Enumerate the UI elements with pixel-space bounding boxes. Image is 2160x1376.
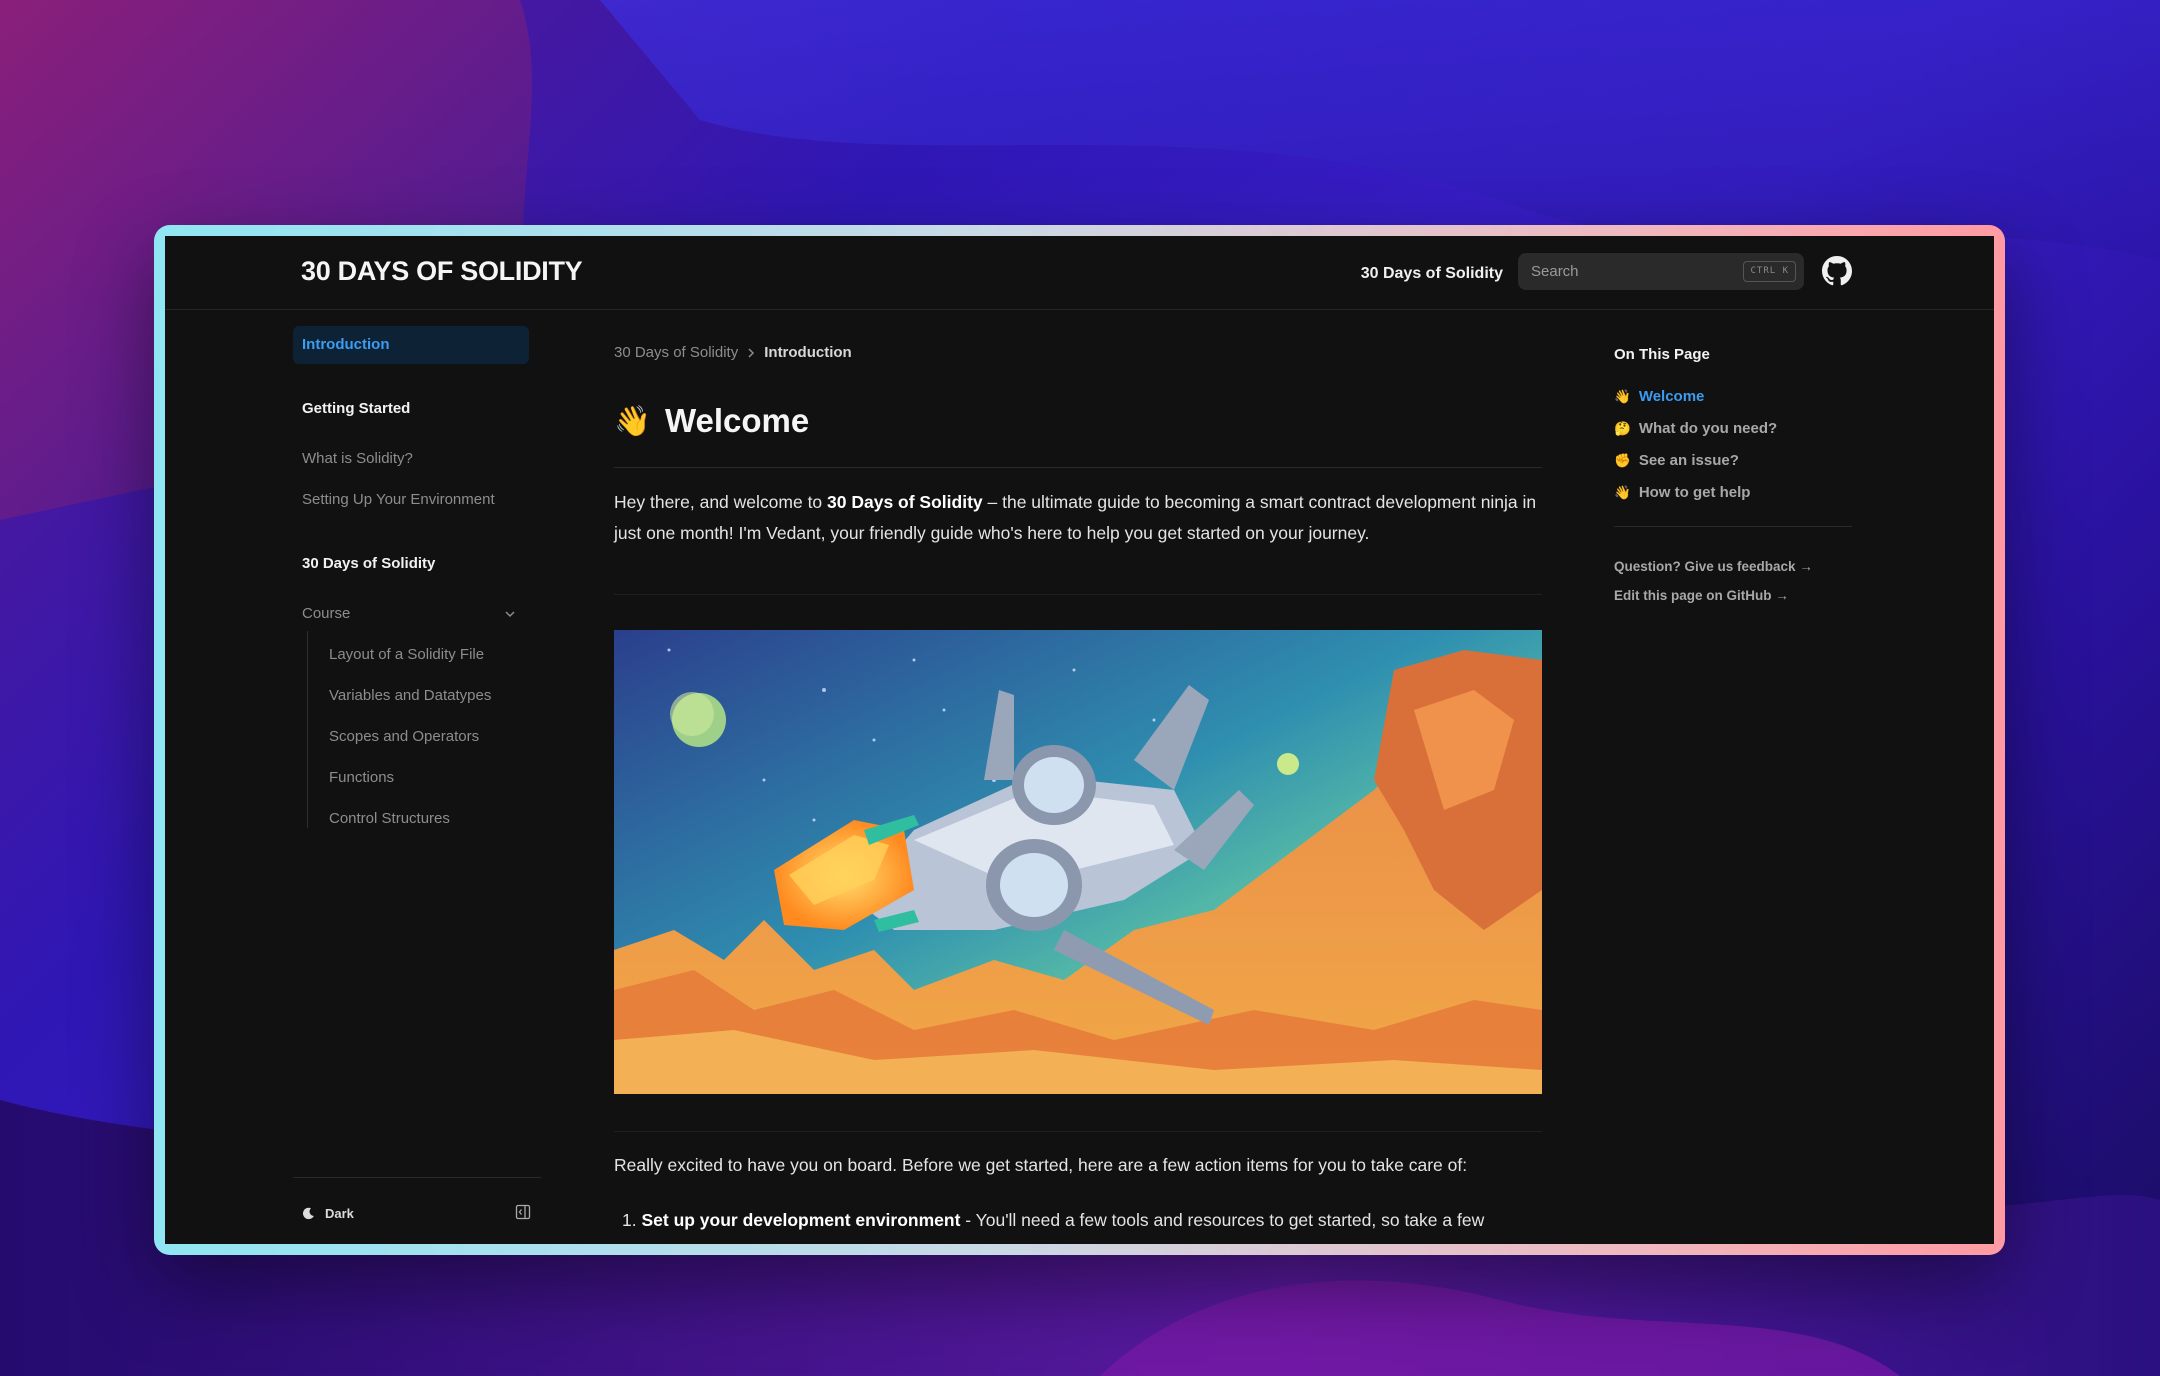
- sidebar-item-functions[interactable]: Functions: [329, 769, 394, 786]
- sidebar-item-scopes[interactable]: Scopes and Operators: [329, 728, 479, 745]
- page-title: 👋 Welcome: [614, 402, 809, 440]
- nav-link-home[interactable]: 30 Days of Solidity: [1361, 265, 1503, 283]
- top-header: 30 DAYS OF SOLIDITY 30 Days of Solidity …: [165, 236, 1994, 310]
- waving-hand-icon: 👋: [1614, 484, 1631, 501]
- moon-icon: [302, 1207, 314, 1220]
- search-box[interactable]: CTRL K: [1518, 253, 1804, 290]
- sidebar-item-variables[interactable]: Variables and Datatypes: [329, 687, 491, 704]
- site-logo[interactable]: 30 DAYS OF SOLIDITY: [301, 256, 583, 287]
- search-shortcut-badge: CTRL K: [1743, 261, 1796, 282]
- main-content: 30 Days of Solidity Introduction 👋 Welco…: [614, 310, 1544, 1244]
- intro-bold: 30 Days of Solidity: [827, 492, 983, 512]
- list-item-bold: Set up your development environment: [641, 1210, 961, 1230]
- sidebar-item-what-is-solidity[interactable]: What is Solidity?: [302, 450, 413, 467]
- toc-item-welcome[interactable]: 👋 Welcome: [1614, 388, 1704, 405]
- toc-title: On This Page: [1614, 346, 1710, 363]
- breadcrumb: 30 Days of Solidity Introduction: [614, 344, 852, 361]
- waving-hand-icon: 👋: [1614, 388, 1631, 405]
- toc-item-label: What do you need?: [1638, 420, 1778, 437]
- list-item-text: - You'll need a few tools and resources …: [960, 1210, 1485, 1230]
- title-divider: [614, 467, 1542, 468]
- thinking-face-icon: 🤔: [1614, 420, 1631, 437]
- toc-item-see-an-issue[interactable]: ✊ See an issue?: [1614, 452, 1739, 469]
- section-divider-2: [614, 1131, 1542, 1132]
- sidebar-group-course[interactable]: Course: [302, 605, 350, 622]
- raised-fist-icon: ✊: [1614, 452, 1631, 469]
- theme-label: Dark: [325, 1206, 354, 1221]
- collapse-sidebar-icon[interactable]: [515, 1204, 531, 1220]
- course-tree-line: [307, 631, 308, 828]
- theme-toggle[interactable]: Dark: [302, 1206, 354, 1221]
- docs-app: 30 DAYS OF SOLIDITY 30 Days of Solidity …: [165, 236, 1994, 1244]
- edit-on-github-link[interactable]: Edit this page on GitHub →: [1614, 588, 1789, 603]
- github-icon[interactable]: [1822, 256, 1852, 286]
- toc-item-label: How to get help: [1638, 484, 1751, 501]
- breadcrumb-current: Introduction: [764, 344, 852, 361]
- intro-paragraph: Hey there, and welcome to 30 Days of Sol…: [614, 487, 1544, 549]
- sidebar-item-control-structures[interactable]: Control Structures: [329, 810, 450, 827]
- action-list-item-1: 1. Set up your development environment -…: [622, 1210, 1485, 1230]
- chevron-down-icon[interactable]: [503, 607, 517, 621]
- toc-item-what-do-you-need[interactable]: 🤔 What do you need?: [1614, 420, 1777, 437]
- waving-hand-icon: 👋: [614, 403, 651, 439]
- feedback-link[interactable]: Question? Give us feedback →: [1614, 559, 1813, 574]
- breadcrumb-root[interactable]: 30 Days of Solidity: [614, 344, 738, 361]
- toc-divider: [1614, 526, 1852, 527]
- sidebar: Introduction Getting Started What is Sol…: [293, 310, 541, 1244]
- page-title-text: Welcome: [664, 402, 810, 439]
- hero-spaceship-illustration: [614, 630, 1542, 1094]
- sidebar-footer-divider: [293, 1177, 541, 1178]
- onboard-paragraph: Really excited to have you on board. Bef…: [614, 1155, 1468, 1175]
- browser-window-frame: 30 DAYS OF SOLIDITY 30 Days of Solidity …: [154, 225, 2005, 1255]
- sidebar-section-30-days: 30 Days of Solidity: [302, 555, 436, 572]
- toc-item-label: Welcome: [1638, 388, 1705, 405]
- intro-prefix: Hey there, and welcome to: [614, 492, 828, 512]
- chevron-right-icon: [748, 347, 755, 358]
- sidebar-item-layout[interactable]: Layout of a Solidity File: [329, 646, 484, 663]
- sidebar-section-getting-started: Getting Started: [302, 400, 411, 417]
- toc-item-label: See an issue?: [1638, 452, 1739, 469]
- sidebar-item-introduction[interactable]: Introduction: [293, 326, 529, 364]
- on-this-page: On This Page 👋 Welcome 🤔 What do you need?…: [1614, 310, 1854, 1244]
- section-divider: [614, 594, 1542, 595]
- sidebar-item-setting-up[interactable]: Setting Up Your Environment: [302, 491, 495, 508]
- toc-item-how-to-get-help[interactable]: 👋 How to get help: [1614, 484, 1750, 501]
